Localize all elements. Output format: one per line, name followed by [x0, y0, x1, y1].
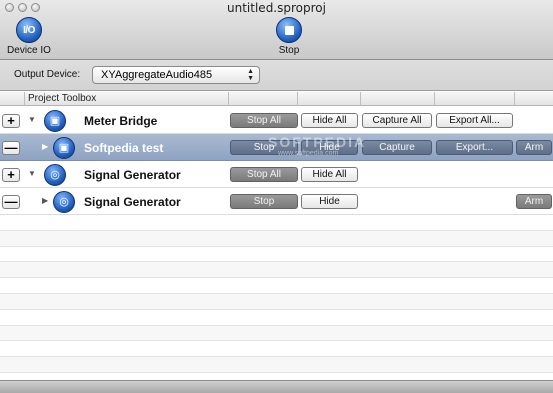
empty-row: [0, 278, 553, 294]
output-device-bar: Output Device: XYAggregateAudio485 ▲ ▼: [0, 60, 553, 91]
row-name: Softpedia test: [84, 141, 164, 155]
device-io-button[interactable]: I/O Device IO: [0, 17, 59, 56]
bottom-bar: [0, 380, 553, 393]
remove-button[interactable]: —: [2, 195, 20, 209]
window-title: untitled.sproproj: [227, 1, 326, 15]
row-name: Signal Generator: [84, 168, 181, 182]
disclosure-down-icon[interactable]: ▼: [28, 115, 36, 124]
stop-all-button[interactable]: Stop All: [230, 167, 298, 182]
empty-row: [0, 357, 553, 373]
empty-row: [0, 293, 553, 310]
output-device-value: XYAggregateAudio485: [101, 69, 213, 81]
empty-row: [0, 309, 553, 326]
signal-icon: ◎: [44, 164, 66, 186]
stop-all-button[interactable]: Stop All: [230, 113, 298, 128]
table-row[interactable]: + ▼ ▣ Meter Bridge Stop All Hide All Cap…: [0, 107, 553, 134]
capture-button[interactable]: Capture: [362, 140, 432, 155]
updown-arrows-icon: ▲ ▼: [247, 68, 254, 82]
remove-button[interactable]: —: [2, 141, 20, 155]
meter-icon: ▣: [53, 137, 75, 159]
watermark: SOFTPEDIA: [268, 134, 367, 150]
table-header: Project Toolbox: [0, 92, 553, 106]
table-row[interactable]: — ▶ ◎ Signal Generator Stop Hide Arm: [0, 188, 553, 215]
empty-row: [0, 262, 553, 279]
empty-rows: [0, 215, 553, 389]
hide-button[interactable]: Hide: [301, 194, 358, 209]
output-device-label: Output Device:: [14, 69, 81, 80]
disclosure-right-icon[interactable]: ▶: [42, 196, 48, 205]
watermark-url: www.softpedia.com: [278, 150, 339, 157]
output-device-select[interactable]: XYAggregateAudio485 ▲ ▼: [92, 66, 260, 84]
empty-row: [0, 230, 553, 247]
export-button[interactable]: Export...: [436, 140, 513, 155]
hide-all-button[interactable]: Hide All: [301, 167, 358, 182]
window-toolbar: untitled.sproproj I/O Device IO Stop: [0, 0, 553, 60]
arm-button[interactable]: Arm: [516, 194, 552, 209]
io-icon: I/O: [16, 17, 42, 43]
column-header-project-toolbox[interactable]: Project Toolbox: [28, 93, 96, 104]
export-all-button[interactable]: Export All...: [436, 113, 513, 128]
empty-row: [0, 341, 553, 358]
arm-button[interactable]: Arm: [516, 140, 552, 155]
hide-all-button[interactable]: Hide All: [301, 113, 358, 128]
capture-all-button[interactable]: Capture All: [362, 113, 432, 128]
stop-icon: [276, 17, 302, 43]
disclosure-right-icon[interactable]: ▶: [42, 142, 48, 151]
table-row[interactable]: + ▼ ◎ Signal Generator Stop All Hide All: [0, 161, 553, 188]
add-button[interactable]: +: [2, 168, 20, 182]
add-button[interactable]: +: [2, 114, 20, 128]
empty-row: [0, 325, 553, 342]
row-name: Meter Bridge: [84, 114, 158, 128]
stop-button[interactable]: Stop: [259, 17, 319, 56]
empty-row: [0, 246, 553, 263]
stop-button[interactable]: Stop: [230, 194, 298, 209]
empty-row: [0, 215, 553, 231]
stop-label: Stop: [278, 45, 300, 56]
signal-icon: ◎: [53, 191, 75, 213]
meter-icon: ▣: [44, 110, 66, 132]
device-io-label: Device IO: [7, 45, 51, 56]
disclosure-down-icon[interactable]: ▼: [28, 169, 36, 178]
row-name: Signal Generator: [84, 195, 181, 209]
